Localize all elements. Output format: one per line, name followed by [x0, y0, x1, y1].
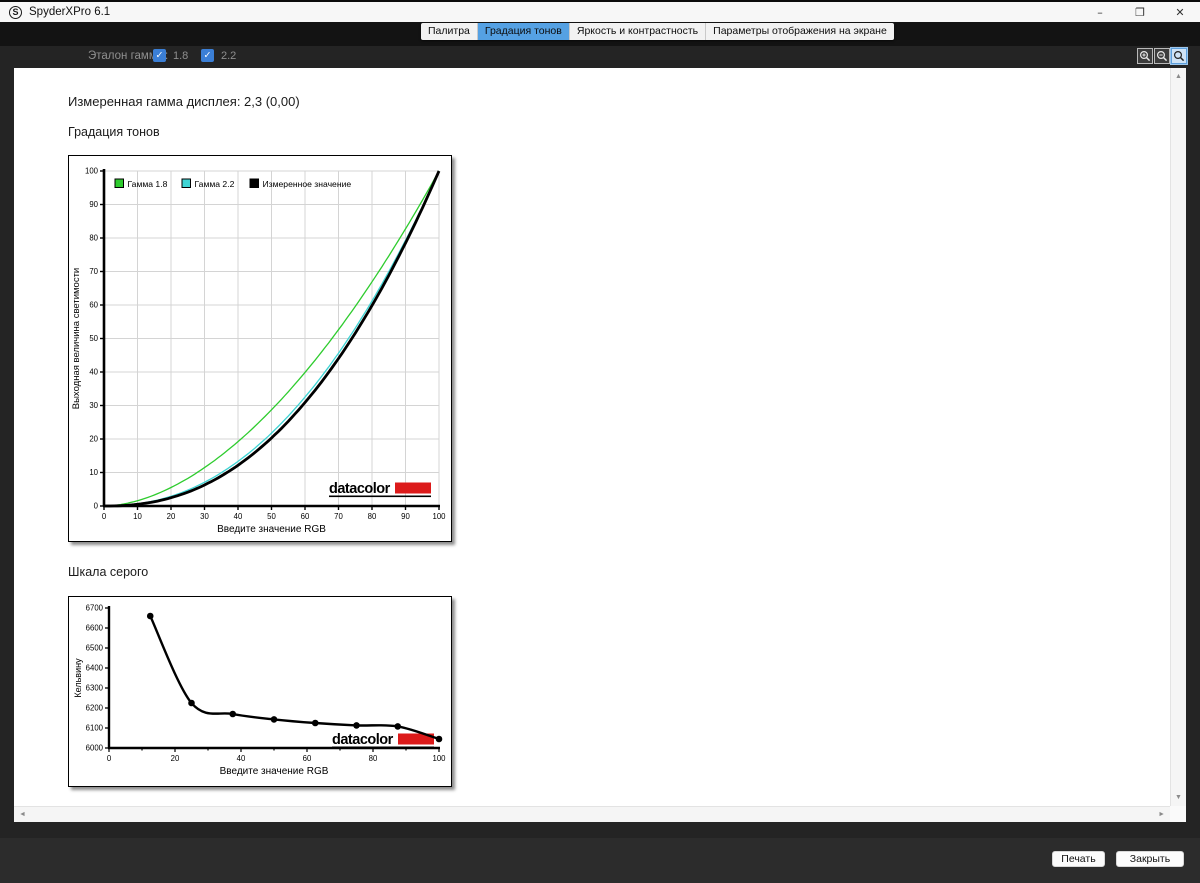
svg-text:10: 10 — [89, 468, 98, 477]
gray-ramp-curve — [149, 615, 440, 741]
svg-text:0: 0 — [107, 754, 112, 763]
svg-text:80: 80 — [89, 234, 98, 243]
data-point-marker — [394, 723, 402, 730]
tab-osd-settings[interactable]: Параметры отображения на экране — [706, 23, 894, 40]
svg-text:6400: 6400 — [86, 664, 104, 673]
scroll-right-icon[interactable]: ► — [1158, 811, 1165, 818]
svg-text:100: 100 — [85, 167, 99, 176]
svg-text:50: 50 — [89, 334, 98, 343]
svg-text:6600: 6600 — [86, 624, 104, 633]
measured-gamma-text: Измеренная гамма дисплея: 2,3 (0,00) — [68, 94, 300, 109]
zoom-button-group — [1136, 47, 1188, 65]
svg-text:50: 50 — [267, 512, 276, 521]
gamma-18-checkbox[interactable]: ✓ — [153, 49, 166, 62]
close-button-footer[interactable]: Закрыть — [1116, 851, 1184, 867]
data-point-marker — [146, 612, 154, 620]
zoom-fit-icon — [1173, 50, 1185, 62]
chart-tone-response: datacolor 0 10 20 30 40 50 60 70 80 90 100 0 10 20 30 40… — [68, 155, 452, 542]
svg-text:40: 40 — [237, 754, 246, 763]
datacolor-logo: datacolor — [332, 732, 434, 749]
svg-text:0: 0 — [102, 512, 107, 521]
svg-text:6000: 6000 — [86, 744, 104, 753]
svg-text:Введите значение RGB: Введите значение RGB — [220, 766, 329, 777]
svg-text:6700: 6700 — [86, 604, 104, 613]
svg-text:20: 20 — [167, 512, 176, 521]
scroll-up-icon[interactable]: ▲ — [1175, 73, 1182, 80]
datacolor-logo: datacolor — [329, 481, 431, 498]
gamma-22-checkbox[interactable]: ✓ — [201, 49, 214, 62]
maximize-button[interactable]: ❐ — [1120, 2, 1160, 22]
data-point-marker — [353, 722, 360, 729]
svg-text:Гамма 2.2: Гамма 2.2 — [195, 179, 235, 189]
tab-brightness-contrast[interactable]: Яркость и контрастность — [570, 23, 707, 40]
tone-response-svg: datacolor 0 10 20 30 40 50 60 70 80 90 100 0 10 20 30 40… — [71, 167, 446, 535]
zoom-in-icon — [1139, 50, 1151, 62]
svg-text:6300: 6300 — [86, 684, 104, 693]
svg-text:20: 20 — [89, 435, 98, 444]
svg-text:6500: 6500 — [86, 644, 104, 653]
zoom-fit-button[interactable] — [1170, 47, 1188, 65]
print-button[interactable]: Печать — [1052, 851, 1105, 867]
svg-text:0: 0 — [94, 502, 99, 511]
svg-text:10: 10 — [133, 512, 142, 521]
svg-text:70: 70 — [334, 512, 343, 521]
svg-text:90: 90 — [89, 200, 98, 209]
app-logo-icon: S — [9, 5, 22, 19]
zoom-out-button[interactable] — [1154, 48, 1170, 64]
svg-text:20: 20 — [171, 754, 180, 763]
gray-ramp-svg: datacolor 6000 6100 6200 6300 6400 6500 6600 670… — [73, 604, 446, 777]
window-title: SpyderXPro 6.1 — [29, 6, 111, 18]
scroll-down-icon[interactable]: ▼ — [1175, 794, 1182, 801]
svg-text:100: 100 — [432, 754, 446, 763]
svg-text:40: 40 — [234, 512, 243, 521]
data-point-marker — [270, 716, 278, 723]
svg-text:datacolor: datacolor — [329, 481, 391, 497]
svg-text:40: 40 — [89, 368, 98, 377]
svg-text:90: 90 — [401, 512, 410, 521]
data-point-marker — [229, 710, 237, 718]
svg-text:70: 70 — [89, 267, 98, 276]
tab-bar: Палитра Градация тонов Яркость и контрас… — [421, 23, 894, 40]
data-point-marker — [188, 699, 195, 707]
close-button[interactable]: ✕ — [1160, 2, 1200, 22]
svg-text:Введите значение RGB: Введите значение RGB — [217, 524, 326, 535]
footer-bar: Печать Закрыть — [0, 838, 1200, 883]
section-title-tone-response: Градация тонов — [68, 125, 160, 139]
tab-tone-response[interactable]: Градация тонов — [477, 23, 570, 40]
chart-gray-ramp: datacolor 6000 6100 6200 6300 6400 6500 6600 670… — [68, 596, 452, 787]
svg-text:80: 80 — [368, 512, 377, 521]
svg-text:6100: 6100 — [86, 724, 104, 733]
window-controls: – ❐ ✕ — [1080, 2, 1200, 22]
svg-text:datacolor: datacolor — [332, 732, 394, 748]
gamma-18-label: 1.8 — [173, 50, 189, 62]
svg-text:Выходная величина светимости: Выходная величина светимости — [71, 268, 82, 409]
scroll-left-icon[interactable]: ◄ — [19, 811, 26, 818]
horizontal-scrollbar[interactable]: ◄ ► — [14, 806, 1170, 822]
chart-legend: Гамма 1.8 Гамма 2.2 Измеренное значение — [114, 178, 352, 189]
svg-text:60: 60 — [89, 301, 98, 310]
svg-text:Гамма 1.8: Гамма 1.8 — [128, 179, 168, 189]
titlebar: S SpyderXPro 6.1 – ❐ ✕ — [0, 0, 1200, 22]
data-point-marker — [435, 735, 443, 743]
vertical-scrollbar[interactable]: ▲ ▼ — [1170, 68, 1186, 806]
svg-text:80: 80 — [369, 754, 378, 763]
section-title-gray-ramp: Шкала серого — [68, 565, 149, 579]
content-panel: Измеренная гамма дисплея: 2,3 (0,00) Гра… — [14, 68, 1186, 822]
svg-text:60: 60 — [301, 512, 310, 521]
tab-palette[interactable]: Палитра — [421, 23, 478, 40]
svg-text:30: 30 — [89, 401, 98, 410]
svg-text:6200: 6200 — [86, 704, 104, 713]
zoom-out-icon — [1156, 50, 1168, 62]
svg-text:Кельвину: Кельвину — [73, 658, 83, 698]
data-point-marker — [311, 719, 319, 727]
scrollbar-corner — [1170, 806, 1186, 822]
svg-text:100: 100 — [432, 512, 446, 521]
zoom-in-button[interactable] — [1137, 48, 1153, 64]
svg-text:Измеренное значение: Измеренное значение — [263, 179, 352, 189]
minimize-button[interactable]: – — [1080, 2, 1120, 22]
svg-text:30: 30 — [200, 512, 209, 521]
gamma-22-label: 2.2 — [221, 50, 237, 62]
svg-text:60: 60 — [303, 754, 312, 763]
